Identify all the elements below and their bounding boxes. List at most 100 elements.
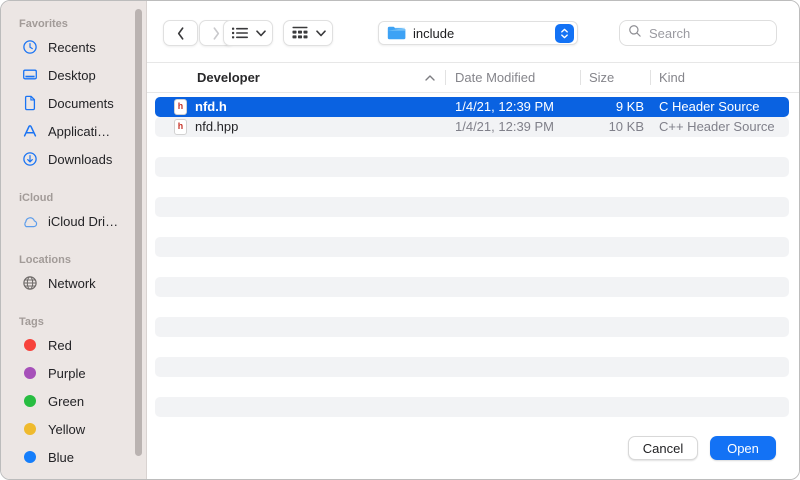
empty-row — [155, 157, 789, 177]
globe-icon — [21, 275, 39, 291]
sidebar-item-label: Recents — [48, 40, 96, 55]
empty-row — [155, 257, 789, 277]
empty-row — [155, 197, 789, 217]
sidebar-item-icloud-dri[interactable]: iCloud Dri… — [1, 207, 146, 235]
sidebar-scrollbar[interactable] — [135, 9, 142, 456]
empty-row — [155, 377, 789, 397]
back-button[interactable] — [163, 20, 198, 46]
sidebar-item-purple[interactable]: Purple — [1, 359, 146, 387]
sidebar-item-label: Blue — [48, 450, 74, 465]
empty-row — [155, 137, 789, 157]
sidebar-section-title: Favorites — [1, 15, 146, 33]
sidebar-item-label: Yellow — [48, 422, 85, 437]
file-name: nfd.h — [195, 97, 227, 117]
chevron-down-icon — [316, 30, 326, 37]
cloud-icon — [21, 215, 39, 228]
empty-row — [155, 237, 789, 257]
chevron-right-icon — [212, 26, 221, 41]
file-name-cell: h nfd.h — [155, 97, 455, 117]
sidebar-item-recents[interactable]: Recents — [1, 33, 146, 61]
sidebar-section-icloud: iCloud iCloud Dri… — [1, 189, 146, 235]
file-row-nfd-h[interactable]: hnfd.h1/4/21, 12:39 PM9 KBC Header Sourc… — [155, 97, 789, 117]
download-circle-icon — [21, 151, 39, 167]
list-view-icon — [231, 26, 249, 40]
folder-dropdown-value: include — [413, 26, 555, 41]
h-file-icon: h — [174, 99, 187, 115]
sidebar-item-downloads[interactable]: Downloads — [1, 145, 146, 173]
group-view-icon — [291, 26, 309, 40]
sidebar-item-blue[interactable]: Blue — [1, 443, 146, 471]
search-icon — [628, 24, 642, 43]
empty-row — [155, 297, 789, 317]
tag-dot-icon — [21, 451, 39, 463]
file-kind-cell: C Header Source — [644, 97, 789, 117]
sidebar-section-title: Tags — [1, 313, 146, 331]
sidebar-sections: Favorites Recents Desktop Documents Applicat… — [1, 15, 146, 479]
column-header-size[interactable]: Size — [580, 63, 650, 92]
empty-row — [155, 217, 789, 237]
sidebar-item-all-tags[interactable]: All Tags — [1, 471, 146, 479]
file-date-cell: 1/4/21, 12:39 PM — [455, 97, 588, 117]
sidebar-item-red[interactable]: Red — [1, 331, 146, 359]
column-header-label: Kind — [659, 70, 685, 85]
file-size-cell: 10 KB — [588, 117, 644, 137]
empty-row — [155, 277, 789, 297]
tag-dot-icon — [21, 395, 39, 407]
file-name: nfd.hpp — [195, 117, 238, 137]
chevron-left-icon — [176, 26, 185, 41]
sidebar: Favorites Recents Desktop Documents Applicat… — [1, 1, 147, 479]
column-header-date-modified[interactable]: Date Modified — [445, 63, 580, 92]
sidebar-item-label: Applicati… — [48, 124, 110, 139]
sidebar-section-title: Locations — [1, 251, 146, 269]
sort-ascending-icon — [425, 75, 435, 81]
empty-row — [155, 177, 789, 197]
footer: Cancel Open — [147, 417, 799, 479]
sidebar-item-label: Red — [48, 338, 72, 353]
open-button[interactable]: Open — [710, 436, 776, 460]
column-header-kind[interactable]: Kind — [650, 63, 799, 92]
h-file-icon: h — [174, 119, 187, 135]
search-input[interactable] — [647, 25, 768, 42]
sidebar-item-label: Desktop — [48, 68, 96, 83]
column-header-label: Size — [589, 70, 614, 85]
folder-icon — [387, 26, 406, 40]
main-pane: include Developer Date Modified Size Kind h… — [147, 1, 799, 479]
sidebar-item-desktop[interactable]: Desktop — [1, 61, 146, 89]
sidebar-section-locations: Locations Network — [1, 251, 146, 297]
list-header: Developer Date Modified Size Kind — [147, 63, 799, 93]
sidebar-section-title: iCloud — [1, 189, 146, 207]
column-header-developer[interactable]: Developer — [147, 63, 445, 92]
sidebar-section-favorites: Favorites Recents Desktop Documents Applicat… — [1, 15, 146, 173]
all-tags-icon — [21, 478, 39, 480]
empty-row — [155, 357, 789, 377]
tag-dot-icon — [21, 339, 39, 351]
sidebar-item-label: Downloads — [48, 152, 112, 167]
file-name-cell: h nfd.hpp — [155, 117, 455, 137]
tag-dot-icon — [21, 367, 39, 379]
file-list: hnfd.h1/4/21, 12:39 PM9 KBC Header Sourc… — [147, 97, 799, 417]
sidebar-item-yellow[interactable]: Yellow — [1, 415, 146, 443]
clock-icon — [21, 39, 39, 55]
chevron-down-icon — [256, 30, 266, 37]
file-open-dialog: Favorites Recents Desktop Documents Applicat… — [0, 0, 800, 480]
sidebar-item-documents[interactable]: Documents — [1, 89, 146, 117]
sidebar-item-label: Network — [48, 276, 96, 291]
column-header-label: Developer — [197, 70, 260, 85]
sidebar-item-label: iCloud Dri… — [48, 214, 118, 229]
folder-dropdown[interactable]: include — [378, 21, 578, 45]
sidebar-item-label: Documents — [48, 96, 114, 111]
sidebar-item-label: Green — [48, 394, 84, 409]
sidebar-item-green[interactable]: Green — [1, 387, 146, 415]
empty-row — [155, 317, 789, 337]
tag-dot-icon — [21, 423, 39, 435]
list-view-button[interactable] — [223, 20, 273, 46]
sidebar-item-applicati[interactable]: Applicati… — [1, 117, 146, 145]
empty-row — [155, 337, 789, 357]
group-view-button[interactable] — [283, 20, 333, 46]
column-header-label: Date Modified — [455, 70, 535, 85]
sidebar-item-network[interactable]: Network — [1, 269, 146, 297]
search-field[interactable] — [619, 20, 777, 46]
sidebar-item-label: Purple — [48, 366, 86, 381]
cancel-button[interactable]: Cancel — [628, 436, 698, 460]
file-row-nfd-hpp[interactable]: hnfd.hpp1/4/21, 12:39 PM10 KBC++ Header … — [155, 117, 789, 137]
